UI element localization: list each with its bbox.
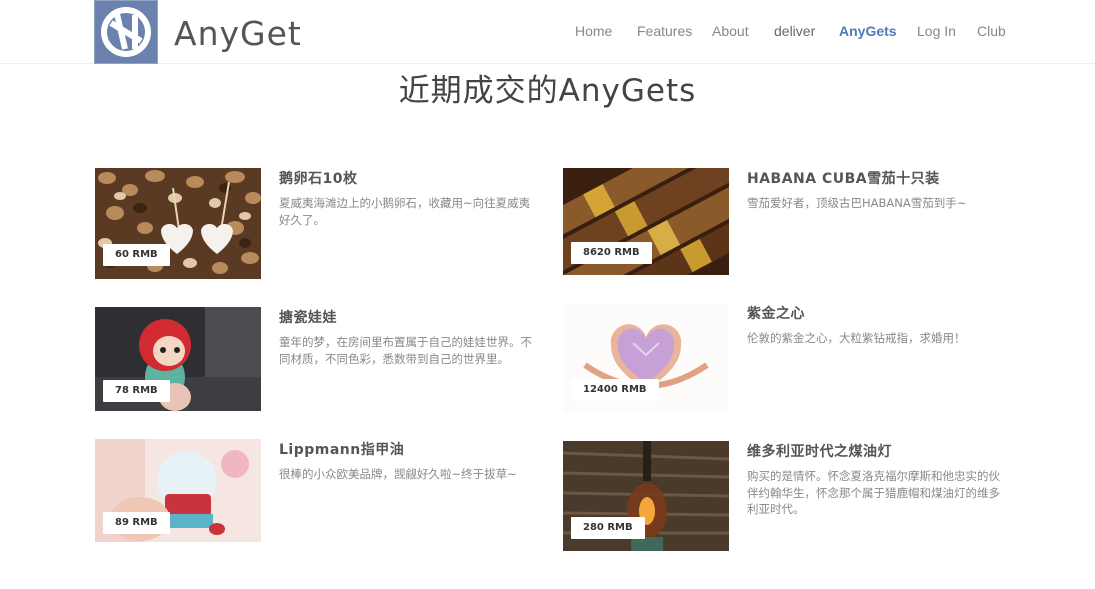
item-description: 夏威夷海滩边上的小鹅卵石，收藏用~向往夏威夷好久了。 [279,196,531,227]
item-description: 很棒的小众欧美品牌，觊觎好久啦~终于拔草~ [279,467,517,481]
item-description: 购买的是情怀。怀念夏洛克福尔摩斯和他忠实的伙伴约翰华生，怀念那个属于猎鹿帽和煤油… [747,469,1000,516]
item-description: 伦敦的紫金之心，大粒紫钻戒指，求婚用！ [747,331,966,345]
nav-features[interactable]: Features [637,23,692,39]
price-badge: 280 RMB [571,517,645,539]
main-nav: Home Features About deliver AnyGets Log … [0,23,1095,43]
item-image-snow-globe[interactable]: 89 RMB [95,439,261,542]
item-title[interactable]: 紫金之心 [747,303,805,323]
item-image-ring[interactable]: 12400 RMB [563,303,729,413]
price-badge: 89 RMB [103,512,170,534]
price-badge: 78 RMB [103,380,170,402]
item-card[interactable]: 8620 RMB HABANA CUBA雪茄十只装 雪茄爱好者，顶级古巴HABA… [563,168,1023,275]
item-image-doll[interactable]: 78 RMB [95,307,261,411]
item-title[interactable]: 鹅卵石10枚 [279,168,357,188]
navbar: AnyGet Home Features About deliver AnyGe… [0,0,1095,64]
item-image-lamp[interactable]: 280 RMB [563,441,729,551]
page-title: 近期成交的AnyGets [398,73,697,109]
nav-about[interactable]: About [712,23,749,39]
price-badge: 60 RMB [103,244,170,266]
price-badge: 12400 RMB [571,379,659,401]
nav-anygets[interactable]: AnyGets [839,23,897,39]
item-description: 雪茄爱好者，顶级古巴HABANA雪茄到手~ [747,196,967,210]
nav-deliver[interactable]: deliver [774,23,815,39]
item-card[interactable]: 12400 RMB 紫金之心 伦敦的紫金之心，大粒紫钻戒指，求婚用！ [563,303,1023,413]
item-card[interactable]: 78 RMB 搪瓷娃娃 童年的梦，在房间里布置属于自己的娃娃世界。不同材质，不同… [95,307,555,411]
item-title[interactable]: Lippmann指甲油 [279,439,404,459]
item-title[interactable]: HABANA CUBA雪茄十只装 [747,168,940,188]
nav-login[interactable]: Log In [917,23,956,39]
nav-home[interactable]: Home [575,23,612,39]
item-image-cigars[interactable]: 8620 RMB [563,168,729,275]
item-card[interactable]: 280 RMB 维多利亚时代之煤油灯 购买的是情怀。怀念夏洛克福尔摩斯和他忠实的… [563,441,1023,551]
item-title[interactable]: 维多利亚时代之煤油灯 [747,441,892,461]
price-badge: 8620 RMB [571,242,652,264]
item-title[interactable]: 搪瓷娃娃 [279,307,337,327]
item-description: 童年的梦，在房间里布置属于自己的娃娃世界。不同材质，不同色彩，悉数带到自己的世界… [279,335,532,366]
item-card[interactable]: 60 RMB 鹅卵石10枚 夏威夷海滩边上的小鹅卵石，收藏用~向往夏威夷好久了。 [95,168,555,279]
item-image-pebbles[interactable]: 60 RMB [95,168,261,279]
nav-club[interactable]: Club [977,23,1006,39]
item-card[interactable]: 89 RMB Lippmann指甲油 很棒的小众欧美品牌，觊觎好久啦~终于拔草~ [95,439,555,542]
